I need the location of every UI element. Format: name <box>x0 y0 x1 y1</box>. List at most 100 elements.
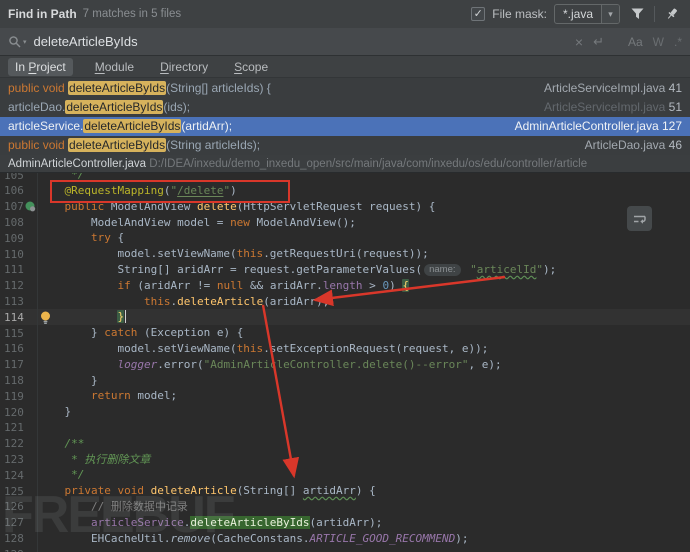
search-result-row[interactable]: articleService.deleteArticleByIds(artidA… <box>0 117 690 136</box>
code-line[interactable]: 129 <box>0 546 690 552</box>
file-mask-checkbox[interactable]: ✓ <box>471 7 485 21</box>
code-line[interactable]: 126 // 删除数据中记录 <box>0 499 690 515</box>
code-line[interactable]: 106 @RequestMapping("/delete") <box>0 183 690 199</box>
regex-icon[interactable]: .* <box>674 35 682 49</box>
results-list: public void deleteArticleByIds(String[] … <box>0 78 690 155</box>
line-number[interactable]: 114 <box>0 311 25 324</box>
code-line-content[interactable]: * 执行删除文章 <box>38 452 690 468</box>
code-line[interactable]: 105 */ <box>0 173 690 183</box>
code-line-content[interactable]: try { <box>38 230 690 246</box>
line-number[interactable]: 124 <box>0 469 25 482</box>
search-result-row[interactable]: articleDao.deleteArticleByIds(ids);Artic… <box>0 97 690 116</box>
line-number[interactable]: 122 <box>0 437 25 450</box>
code-line-content[interactable]: } <box>38 373 690 389</box>
line-number[interactable]: 127 <box>0 516 25 529</box>
line-number[interactable]: 111 <box>0 263 25 276</box>
scope-tab-scope[interactable]: Scope <box>230 58 272 76</box>
line-number[interactable]: 120 <box>0 406 25 419</box>
code-line[interactable]: 111 String[] aridArr = request.getParame… <box>0 262 690 278</box>
newline-icon[interactable]: ↵ <box>593 34 604 50</box>
code-line[interactable]: 125 private void deleteArticle(String[] … <box>0 483 690 499</box>
search-result-row[interactable]: public void deleteArticleByIds(String[] … <box>0 78 690 97</box>
line-number[interactable]: 105 <box>0 173 25 182</box>
line-number[interactable]: 110 <box>0 248 25 261</box>
code-line-content[interactable]: EHCacheUtil.remove(CacheConstans.ARTICLE… <box>38 531 690 547</box>
code-line-content[interactable]: articleService.deleteArticleByIds(artidA… <box>38 515 690 531</box>
code-line-content[interactable]: model.setViewName(this.setExceptionReque… <box>38 341 690 357</box>
code-line-content[interactable]: ModelAndView model = new ModelAndView(); <box>38 215 690 231</box>
code-line-content[interactable]: public ModelAndView delete(HttpServletRe… <box>38 199 690 215</box>
search-input[interactable]: deleteArticleByIds <box>34 34 575 49</box>
code-line-content[interactable]: model.setViewName(this.getRequestUri(req… <box>38 246 690 262</box>
line-number[interactable]: 106 <box>0 184 25 197</box>
code-line[interactable]: 113 this.deleteArticle(aridArr); <box>0 294 690 310</box>
line-number[interactable]: 109 <box>0 232 25 245</box>
scope-tab-directory[interactable]: Directory <box>156 58 212 76</box>
filter-icon[interactable] <box>627 4 647 24</box>
code-line[interactable]: 117 logger.error("AdminArticleController… <box>0 357 690 373</box>
scope-tab-module[interactable]: Module <box>91 58 138 76</box>
line-number[interactable]: 113 <box>0 295 25 308</box>
code-line[interactable]: 110 model.setViewName(this.getRequestUri… <box>0 246 690 262</box>
code-line-content[interactable]: } catch (Exception e) { <box>38 325 690 341</box>
code-line-content[interactable]: return model; <box>38 388 690 404</box>
file-mask-combo[interactable]: *.java ▾ <box>554 4 620 24</box>
code-line-content[interactable]: } <box>38 309 690 325</box>
code-line[interactable]: 118 } <box>0 373 690 389</box>
code-line[interactable]: 123 * 执行删除文章 <box>0 452 690 468</box>
code-line-content[interactable]: this.deleteArticle(aridArr); <box>38 294 690 310</box>
search-bar[interactable]: ▾ deleteArticleByIds × ↵ Aa W .* <box>0 28 690 56</box>
whole-words-icon[interactable]: W <box>653 35 664 49</box>
code-line[interactable]: 121 <box>0 420 690 436</box>
soft-wrap-button[interactable] <box>627 206 652 231</box>
code-line[interactable]: 107 public ModelAndView delete(HttpServl… <box>0 199 690 215</box>
line-number[interactable]: 129 <box>0 548 25 552</box>
line-number[interactable]: 119 <box>0 390 25 403</box>
clear-icon[interactable]: × <box>575 34 583 50</box>
code-line-content[interactable]: // 删除数据中记录 <box>38 499 690 515</box>
search-icon[interactable]: ▾ <box>8 35 27 49</box>
code-editor[interactable]: 105 */106 @RequestMapping("/delete")107 … <box>0 173 690 552</box>
code-line-content[interactable]: @RequestMapping("/delete") <box>38 183 690 199</box>
line-number[interactable]: 126 <box>0 500 25 513</box>
code-line-content[interactable]: logger.error("AdminArticleController.del… <box>38 357 690 373</box>
code-line[interactable]: 115 } catch (Exception e) { <box>0 325 690 341</box>
code-line[interactable]: 112 if (aridArr != null && aridArr.lengt… <box>0 278 690 294</box>
code-line-content[interactable]: private void deleteArticle(String[] arti… <box>38 483 690 499</box>
gutter-slot <box>25 531 38 547</box>
line-number[interactable]: 121 <box>0 421 25 434</box>
match-case-icon[interactable]: Aa <box>628 35 643 49</box>
line-number[interactable]: 112 <box>0 279 25 292</box>
code-line[interactable]: 128 EHCacheUtil.remove(CacheConstans.ART… <box>0 531 690 547</box>
code-line[interactable]: 116 model.setViewName(this.setExceptionR… <box>0 341 690 357</box>
line-number[interactable]: 115 <box>0 327 25 340</box>
code-line-content[interactable]: */ <box>38 467 690 483</box>
lightbulb-icon[interactable] <box>40 311 51 330</box>
code-line[interactable]: 108 ModelAndView model = new ModelAndVie… <box>0 215 690 231</box>
spring-mapping-icon[interactable] <box>25 199 38 215</box>
line-number[interactable]: 116 <box>0 342 25 355</box>
code-line-content[interactable]: } <box>38 404 690 420</box>
code-line-content[interactable]: */ <box>38 173 690 183</box>
code-line[interactable]: 127 articleService.deleteArticleByIds(ar… <box>0 515 690 531</box>
line-number[interactable]: 123 <box>0 453 25 466</box>
code-line[interactable]: 109 try { <box>0 230 690 246</box>
code-line-content[interactable]: /** <box>38 436 690 452</box>
line-number[interactable]: 125 <box>0 485 25 498</box>
search-result-row[interactable]: public void deleteArticleByIds(String ar… <box>0 136 690 155</box>
line-number[interactable]: 128 <box>0 532 25 545</box>
code-line[interactable]: 124 */ <box>0 467 690 483</box>
scope-tab-in-project[interactable]: In Project <box>8 58 73 76</box>
code-line[interactable]: 122 /** <box>0 436 690 452</box>
code-line[interactable]: 120 } <box>0 404 690 420</box>
chevron-down-icon[interactable]: ▾ <box>601 4 619 24</box>
line-number[interactable]: 118 <box>0 374 25 387</box>
line-number[interactable]: 107 <box>0 200 25 213</box>
line-number[interactable]: 108 <box>0 216 25 229</box>
code-line-content[interactable]: if (aridArr != null && aridArr.length > … <box>38 278 690 294</box>
code-line-content[interactable]: String[] aridArr = request.getParameterV… <box>38 262 690 278</box>
code-line[interactable]: 119 return model; <box>0 388 690 404</box>
line-number[interactable]: 117 <box>0 358 25 371</box>
code-line[interactable]: 114 } <box>0 309 690 325</box>
pin-icon[interactable] <box>662 4 682 24</box>
